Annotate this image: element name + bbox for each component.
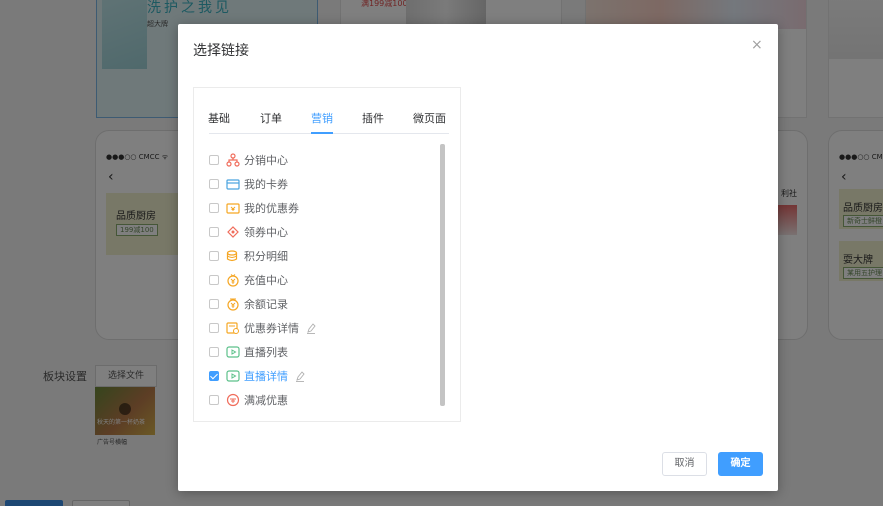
checkbox[interactable] — [209, 179, 219, 189]
tab-orders[interactable]: 订单 — [260, 110, 282, 126]
item-label: 领券中心 — [244, 226, 288, 239]
list-item[interactable]: 直播详情 — [209, 364, 439, 388]
item-label: 我的优惠券 — [244, 202, 299, 215]
tab-basic[interactable]: 基础 — [208, 110, 230, 126]
item-label: 直播列表 — [244, 346, 288, 359]
cancel-button[interactable]: 取消 — [662, 452, 707, 476]
tab-plugins[interactable]: 插件 — [362, 110, 384, 126]
item-label: 优惠券详情 — [244, 322, 299, 335]
category-tabs: 基础 订单 营销 插件 微页面 — [194, 110, 462, 134]
edit-icon[interactable] — [306, 322, 316, 334]
close-icon[interactable]: × — [751, 37, 763, 53]
item-label: 分销中心 — [244, 154, 288, 167]
live-detail-icon — [226, 370, 240, 382]
list-item[interactable]: 我的优惠券 — [209, 196, 439, 220]
item-label: 积分明细 — [244, 250, 288, 263]
checkbox[interactable] — [209, 299, 219, 309]
coupon-icon — [226, 203, 240, 214]
checkbox[interactable] — [209, 395, 219, 405]
item-label: 充值中心 — [244, 274, 288, 287]
item-label: 余额记录 — [244, 298, 288, 311]
item-label: 我的卡券 — [244, 178, 288, 191]
coupon-center-icon — [227, 226, 239, 238]
link-picker-panel: 基础 订单 营销 插件 微页面 分销中心 我的卡券 我的优惠券 领券中心 积分明… — [193, 87, 461, 422]
list-item[interactable]: 领券中心 — [209, 220, 439, 244]
list-item[interactable]: 分销中心 — [209, 148, 439, 172]
list-item[interactable]: 满减优惠 — [209, 388, 439, 412]
item-label: 满减优惠 — [244, 394, 288, 407]
points-icon — [226, 250, 238, 262]
list-item[interactable]: 优惠券详情 — [209, 316, 439, 340]
coupon-detail-icon — [226, 322, 239, 334]
list-item[interactable]: 充值中心 — [209, 268, 439, 292]
distribution-icon — [226, 153, 240, 167]
checkbox[interactable] — [209, 347, 219, 357]
recharge-icon — [227, 274, 239, 287]
edit-icon[interactable] — [295, 370, 305, 382]
checkbox[interactable] — [209, 251, 219, 261]
list-item[interactable]: 余额记录 — [209, 292, 439, 316]
checkbox[interactable] — [209, 155, 219, 165]
dialog-title: 选择链接 — [193, 43, 249, 59]
card-icon — [226, 179, 240, 190]
list-item[interactable]: 我的卡券 — [209, 172, 439, 196]
tab-marketing[interactable]: 营销 — [311, 110, 333, 126]
checkbox[interactable] — [209, 227, 219, 237]
list-scrollbar[interactable] — [440, 144, 445, 406]
link-list: 分销中心 我的卡券 我的优惠券 领券中心 积分明细 充值中心 余额记录 优惠券详… — [209, 148, 439, 412]
balance-icon — [227, 298, 239, 311]
select-link-dialog: 选择链接 × 基础 订单 营销 插件 微页面 分销中心 我的卡券 我的优惠券 领… — [178, 24, 778, 491]
discount-icon — [226, 393, 240, 407]
item-label: 直播详情 — [244, 370, 288, 383]
checkbox[interactable] — [209, 323, 219, 333]
confirm-button[interactable]: 确定 — [718, 452, 763, 476]
live-list-icon — [226, 346, 240, 358]
active-tab-indicator — [311, 132, 333, 134]
checkbox[interactable] — [209, 275, 219, 285]
checkbox-checked[interactable] — [209, 371, 219, 381]
list-item[interactable]: 积分明细 — [209, 244, 439, 268]
list-item[interactable]: 直播列表 — [209, 340, 439, 364]
checkbox[interactable] — [209, 203, 219, 213]
tab-micro-pages[interactable]: 微页面 — [413, 110, 446, 126]
